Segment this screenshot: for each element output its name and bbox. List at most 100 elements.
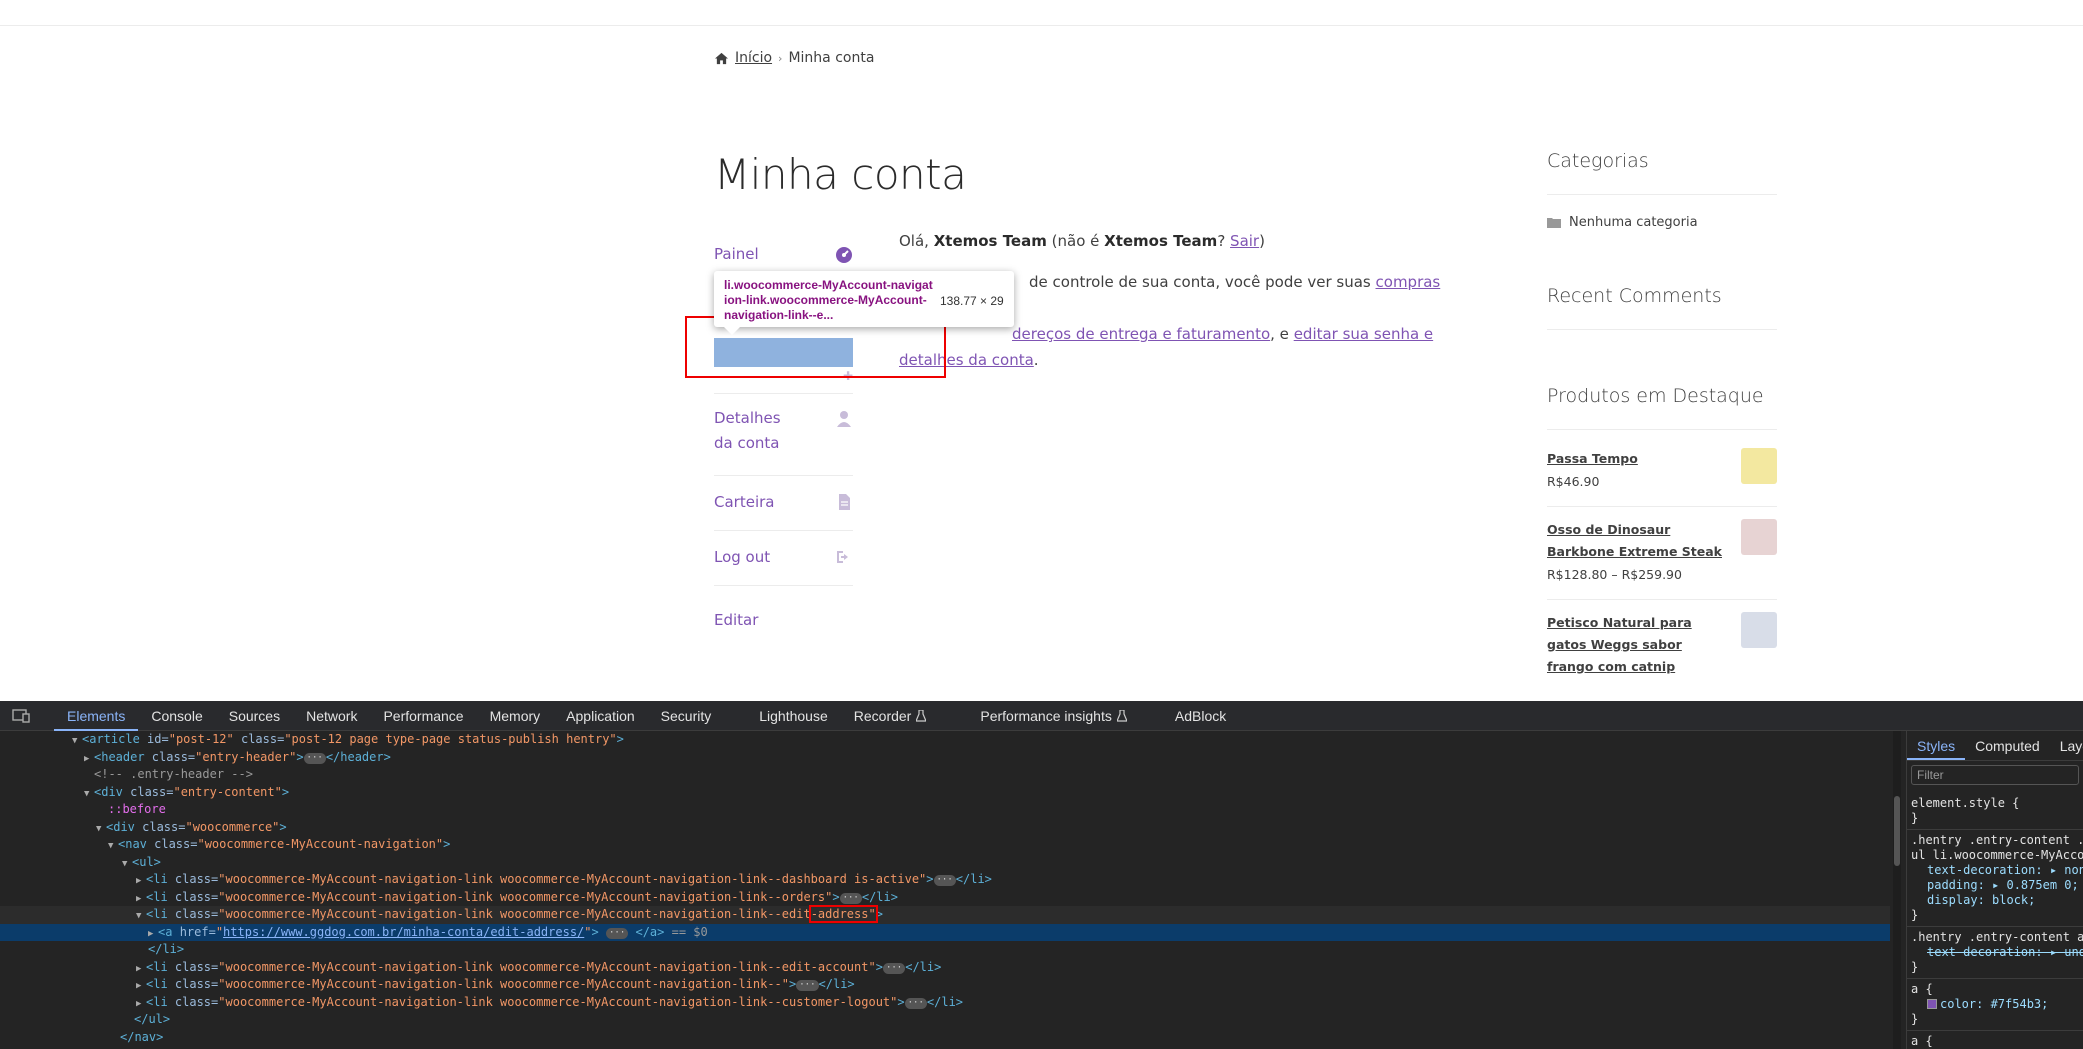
tab-elements[interactable]: Elements — [54, 701, 139, 731]
dom-node[interactable]: ▶ <li class="woocommerce-MyAccount-naviga… — [0, 871, 1890, 889]
tab-network[interactable]: Network — [293, 701, 370, 731]
nav-item-account-details[interactable]: Detalhes da conta — [714, 394, 853, 476]
greeting-text: ) — [1259, 232, 1265, 250]
dom-node[interactable]: ▶ <li class="woocommerce-MyAccount-naviga… — [0, 994, 1890, 1012]
featured-products-title: Produtos em Destaque — [1547, 385, 1777, 430]
breadcrumb-current: Minha conta — [788, 50, 875, 66]
product-thumbnail[interactable] — [1741, 519, 1777, 555]
dom-node[interactable]: ▼ <article id="post-12" class="post-12 pa… — [0, 731, 1890, 749]
dom-node[interactable]: ▶ <li class="woocommerce-MyAccount-naviga… — [0, 976, 1890, 994]
greeting-paragraph: Olá, Xtemos Team (não é Xtemos Team? Sai… — [899, 228, 1469, 254]
tab-sources[interactable]: Sources — [216, 701, 293, 731]
styles-filter-input[interactable]: Filter — [1911, 765, 2079, 785]
tab-lighthouse[interactable]: Lighthouse — [746, 701, 841, 731]
breadcrumb-home-link[interactable]: Início — [735, 50, 772, 66]
breadcrumb-separator: › — [778, 51, 783, 65]
tab-layout[interactable]: Layo — [2050, 731, 2083, 760]
dom-href-link[interactable]: https://www.ggdog.com.br/minha-conta/edi… — [223, 925, 584, 939]
css-rule[interactable]: element.style { } — [1907, 793, 2083, 830]
categories-title: Categorias — [1547, 150, 1777, 195]
tab-styles[interactable]: Styles — [1907, 731, 1966, 760]
sign-out-icon — [837, 551, 848, 563]
header-divider — [0, 25, 2083, 26]
css-property[interactable]: text-decoration: ▸ non — [1911, 863, 2083, 878]
tab-computed[interactable]: Computed — [1965, 731, 2050, 760]
dom-node[interactable]: ▼ <div class="entry-content"> — [0, 784, 1890, 802]
product-name[interactable]: Passa Tempo — [1547, 448, 1727, 470]
dom-node[interactable]: </ul> — [0, 1011, 1890, 1029]
product-item[interactable]: Petisco Natural para gatos Weggs sabor f… — [1547, 600, 1777, 690]
dashboard-icon — [836, 247, 852, 263]
tab-memory[interactable]: Memory — [477, 701, 554, 731]
css-property-overridden[interactable]: text-decoration: ▸ und — [1927, 945, 2083, 959]
tooltip-arrow — [724, 327, 740, 335]
dom-node[interactable]: ▼ <ul> — [0, 854, 1890, 872]
css-brace: } — [1911, 1012, 1919, 1026]
scrollbar-thumb[interactable] — [1894, 796, 1900, 866]
dom-scrollbar[interactable] — [1893, 731, 1901, 1049]
browser-page: { "breadcrumb": {"home": "Início", "curr… — [0, 0, 2083, 1049]
tooltip-selector: li.woocommerce-MyAccount-navigation-link… — [724, 278, 933, 322]
dom-node[interactable]: ▼ <nav class="woocommerce-MyAccount-navig… — [0, 836, 1890, 854]
dom-node[interactable]: ▶ <li class="woocommerce-MyAccount-naviga… — [0, 959, 1890, 977]
css-rule[interactable]: .hentry .entry-content a text-decoration… — [1907, 927, 2083, 979]
category-item: Nenhuma categoria — [1547, 215, 1777, 230]
tab-application[interactable]: Application — [553, 701, 648, 731]
tab-performance-insights[interactable]: Performance insights — [967, 701, 1140, 731]
dom-node[interactable]: <!-- .entry-header --> — [0, 766, 1890, 784]
dom-node[interactable]: ▶ <li class="woocommerce-MyAccount-naviga… — [0, 889, 1890, 907]
dom-node[interactable]: ▶ <header class="entry-header"> ··· </heade… — [0, 749, 1890, 767]
home-icon — [715, 52, 728, 64]
tab-recorder[interactable]: Recorder — [841, 701, 940, 731]
page-title: Minha conta — [714, 150, 967, 199]
color-swatch[interactable] — [1927, 999, 1937, 1009]
greeting-text: (não é — [1046, 232, 1105, 250]
addresses-link[interactable]: dereços de entrega e faturamento — [1012, 325, 1270, 343]
description-text: de controle de sua conta, você pode ver … — [1029, 273, 1376, 291]
logout-link[interactable]: Sair — [1230, 232, 1259, 250]
description-text: , e — [1270, 325, 1294, 343]
folder-icon — [1547, 218, 1561, 228]
tab-security[interactable]: Security — [648, 701, 725, 731]
devtools-panel: Elements Console Sources Network Perform… — [0, 701, 2083, 1049]
product-name[interactable]: Osso de Dinosaur Barkbone Extreme Steak — [1547, 519, 1727, 563]
dom-node[interactable]: </li> — [0, 941, 1890, 959]
css-rule[interactable]: a { color: #7f54b3; } — [1907, 979, 2083, 1031]
css-selector: .hentry .entry-content a — [1911, 930, 2083, 944]
dom-node[interactable]: ▼ <div class="woocommerce"> — [0, 819, 1890, 837]
recent-comments-spacer — [1547, 350, 1777, 385]
nav-item-logout[interactable]: Log out — [714, 531, 853, 586]
dom-node[interactable]: ::before — [0, 801, 1890, 819]
product-price: R$46.90 — [1547, 474, 1600, 489]
nav-item-wallet[interactable]: Carteira — [714, 476, 853, 531]
nav-item-edit[interactable]: Editar — [714, 586, 853, 650]
css-rule[interactable]: .hentry .entry-content . ul li.woocommer… — [1907, 830, 2083, 927]
product-price: R$128.80 – R$259.90 — [1547, 567, 1682, 582]
tab-adblock[interactable]: AdBlock — [1162, 701, 1239, 731]
device-toolbar-icon[interactable] — [12, 708, 30, 723]
product-name[interactable]: Petisco Natural para gatos Weggs sabor f… — [1547, 612, 1727, 678]
product-thumbnail[interactable] — [1741, 612, 1777, 648]
product-thumbnail[interactable] — [1741, 448, 1777, 484]
user-icon — [837, 411, 851, 427]
dom-node[interactable]: </nav> — [0, 1029, 1890, 1047]
css-property[interactable]: padding: ▸ 0.875em 0; — [1911, 878, 2079, 893]
document-icon — [839, 494, 850, 510]
breadcrumb: Início › Minha conta — [714, 50, 874, 66]
tab-performance[interactable]: Performance — [370, 701, 476, 731]
product-item[interactable]: Passa Tempo R$46.90 — [1547, 436, 1777, 507]
sidebar: Categorias Nenhuma categoria Recent Comm… — [1547, 150, 1777, 690]
product-item[interactable]: Osso de Dinosaur Barkbone Extreme Steak R… — [1547, 507, 1777, 600]
nav-item-label: Detalhes da conta — [714, 409, 781, 452]
css-property[interactable]: color: #7f54b3; — [1940, 997, 2048, 1011]
tab-recorder-label: Recorder — [853, 707, 912, 724]
recent-comments-title: Recent Comments — [1547, 285, 1777, 330]
tab-console[interactable]: Console — [138, 701, 215, 731]
css-rule[interactable]: a { — [1907, 1031, 2083, 1049]
css-property[interactable]: display: block; — [1911, 893, 2079, 908]
dom-tree[interactable]: ▼ <article id="post-12" class="post-12 pa… — [0, 731, 1890, 1049]
dom-node-selected[interactable]: ▶ <a href="https://www.ggdog.com.br/minha… — [0, 923, 1890, 941]
dom-node-edit-address[interactable]: ▼ <li class="woocommerce-MyAccount-naviga… — [0, 905, 1890, 924]
flask-icon — [1116, 709, 1127, 722]
greeting-text: ? — [1217, 232, 1231, 250]
